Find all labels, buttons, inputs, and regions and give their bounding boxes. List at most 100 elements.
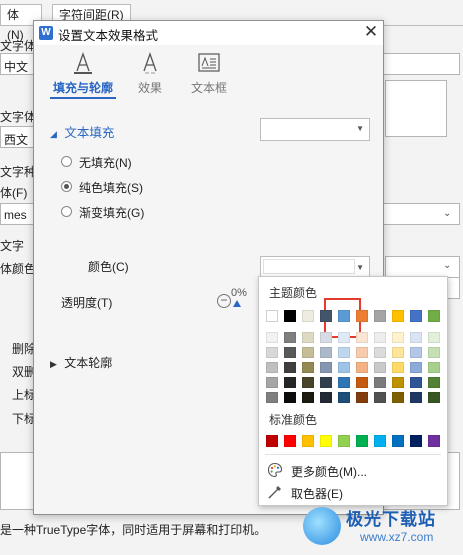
tab-textbox[interactable]: 文本框	[177, 49, 241, 109]
theme-shade-swatch[interactable]	[338, 332, 350, 343]
theme-shade-swatch[interactable]	[284, 347, 296, 358]
radio-solid-fill[interactable]	[61, 181, 72, 192]
theme-shade-swatch[interactable]	[374, 362, 386, 373]
theme-shade-swatch[interactable]	[320, 347, 332, 358]
radio-no-fill[interactable]	[61, 156, 72, 167]
theme-shade-swatch[interactable]	[410, 347, 422, 358]
standard-color-swatch[interactable]	[428, 435, 440, 447]
theme-shade-swatch[interactable]	[392, 392, 404, 403]
more-colors-item[interactable]: 更多颜色(M)...	[263, 460, 443, 480]
radio-gradient-fill[interactable]	[61, 206, 72, 217]
standard-color-swatch[interactable]	[320, 435, 332, 447]
decrease-button[interactable]: −	[217, 294, 231, 308]
section-title: 文本轮廓	[64, 356, 113, 370]
theme-color-swatch[interactable]	[284, 310, 296, 322]
theme-shade-swatch[interactable]	[392, 347, 404, 358]
title-bar[interactable]: W 设置文本效果格式 ✕	[34, 21, 383, 45]
theme-shade-swatch[interactable]	[284, 332, 296, 343]
theme-shade-swatch[interactable]	[356, 377, 368, 388]
theme-shade-swatch[interactable]	[320, 377, 332, 388]
theme-shade-swatch[interactable]	[428, 362, 440, 373]
color-picker-combo[interactable]: ▼	[260, 256, 370, 277]
theme-shade-swatch[interactable]	[302, 392, 314, 403]
theme-shade-swatch[interactable]	[374, 392, 386, 403]
theme-shade-swatch[interactable]	[374, 377, 386, 388]
theme-shade-swatch[interactable]	[374, 347, 386, 358]
tab-fill-outline[interactable]: 填充与轮廓	[51, 49, 115, 109]
standard-color-swatch[interactable]	[356, 435, 368, 447]
theme-shade-swatch[interactable]	[302, 362, 314, 373]
standard-color-swatch[interactable]	[410, 435, 422, 447]
theme-shade-swatch[interactable]	[266, 362, 278, 373]
fill-preset-combo[interactable]: ▼	[260, 118, 370, 141]
theme-shade-swatch[interactable]	[428, 377, 440, 388]
theme-shade-swatch[interactable]	[284, 377, 296, 388]
theme-shade-swatch[interactable]	[266, 392, 278, 403]
theme-shade-swatch[interactable]	[410, 392, 422, 403]
theme-shade-swatch[interactable]	[302, 332, 314, 343]
theme-shade-swatch[interactable]	[266, 377, 278, 388]
theme-color-swatch[interactable]	[266, 310, 278, 322]
color-label: 颜色(C)	[88, 260, 129, 274]
theme-shade-swatch[interactable]	[356, 392, 368, 403]
theme-shade-swatch[interactable]	[428, 392, 440, 403]
watermark: 极光下载站 www.xz7.com	[300, 502, 460, 552]
standard-color-swatch[interactable]	[284, 435, 296, 447]
standard-color-swatch[interactable]	[374, 435, 386, 447]
section-text-outline[interactable]: ▶ 文本轮廓	[50, 354, 112, 371]
theme-color-swatch[interactable]	[302, 310, 314, 322]
standard-color-swatch[interactable]	[266, 435, 278, 447]
theme-shade-swatch[interactable]	[356, 362, 368, 373]
close-button[interactable]: ✕	[361, 22, 381, 42]
bg-label: 文字体	[0, 39, 37, 53]
standard-color-swatch[interactable]	[392, 435, 404, 447]
theme-shade-swatch[interactable]	[320, 362, 332, 373]
theme-shade-swatch[interactable]	[320, 332, 332, 343]
theme-shade-swatch[interactable]	[410, 362, 422, 373]
theme-shade-swatch[interactable]	[338, 392, 350, 403]
chevron-down-icon: ⌄	[443, 260, 452, 271]
expand-triangle-icon: ▶	[50, 359, 57, 369]
theme-shade-swatch[interactable]	[374, 332, 386, 343]
theme-shade-swatch[interactable]	[302, 377, 314, 388]
radio-label: 无填充(N)	[79, 156, 132, 170]
theme-color-swatch[interactable]	[320, 310, 332, 322]
theme-color-swatch[interactable]	[356, 310, 368, 322]
theme-shade-swatch[interactable]	[356, 332, 368, 343]
theme-shade-swatch[interactable]	[284, 362, 296, 373]
theme-shade-swatch[interactable]	[338, 362, 350, 373]
bg-label: mes	[4, 208, 27, 222]
bg-listbox[interactable]	[385, 80, 447, 137]
theme-shade-swatch[interactable]	[284, 392, 296, 403]
theme-colors-heading: 主题颜色	[269, 286, 318, 300]
theme-shade-swatch[interactable]	[356, 347, 368, 358]
theme-shade-swatch[interactable]	[392, 332, 404, 343]
bg-label: 西文	[4, 133, 29, 147]
theme-shade-swatch[interactable]	[410, 332, 422, 343]
theme-shade-swatch[interactable]	[428, 332, 440, 343]
theme-shade-swatch[interactable]	[410, 377, 422, 388]
theme-shade-swatch[interactable]	[428, 347, 440, 358]
theme-color-swatch[interactable]	[410, 310, 422, 322]
theme-shade-swatch[interactable]	[392, 377, 404, 388]
theme-shade-swatch[interactable]	[320, 392, 332, 403]
bg-label: 体颜色	[0, 262, 37, 276]
bg-combo[interactable]	[446, 277, 460, 299]
section-text-fill[interactable]: ◢ 文本填充	[50, 122, 114, 141]
theme-color-swatch[interactable]	[374, 310, 386, 322]
theme-shade-swatch[interactable]	[338, 377, 350, 388]
slider-thumb[interactable]	[233, 300, 241, 307]
theme-shade-swatch[interactable]	[338, 347, 350, 358]
standard-color-swatch[interactable]	[302, 435, 314, 447]
eyedropper-item[interactable]: 取色器(E)	[263, 482, 443, 502]
theme-color-swatch[interactable]	[338, 310, 350, 322]
tab-effects[interactable]: 效果	[118, 49, 182, 109]
theme-color-swatch[interactable]	[428, 310, 440, 322]
standard-color-swatch[interactable]	[338, 435, 350, 447]
theme-shade-swatch[interactable]	[266, 347, 278, 358]
theme-shade-swatch[interactable]	[392, 362, 404, 373]
theme-shade-swatch[interactable]	[266, 332, 278, 343]
more-colors-label: 更多颜色(M)...	[291, 465, 367, 479]
theme-color-swatch[interactable]	[392, 310, 404, 322]
theme-shade-swatch[interactable]	[302, 347, 314, 358]
